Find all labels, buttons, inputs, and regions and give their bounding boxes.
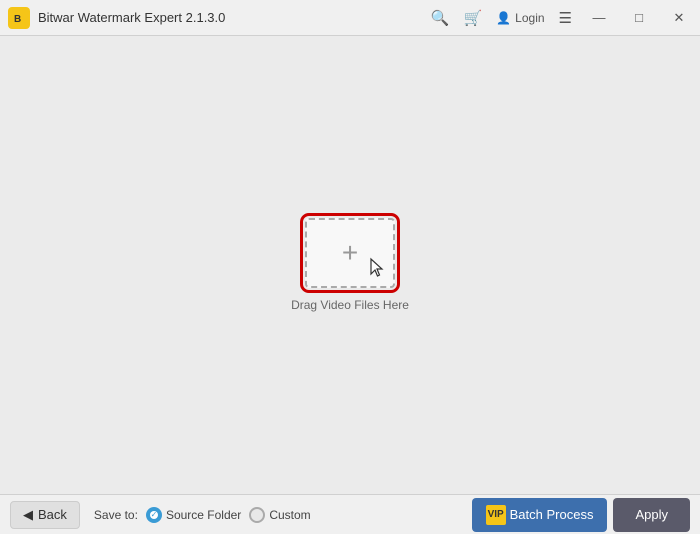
- cart-icon[interactable]: 🛒: [464, 9, 483, 27]
- apply-button[interactable]: Apply: [613, 498, 690, 532]
- source-folder-label: Source Folder: [166, 508, 241, 522]
- back-icon: ◀: [23, 507, 33, 523]
- custom-radio[interactable]: [249, 507, 265, 523]
- batch-process-button[interactable]: VIP Batch Process: [472, 498, 608, 532]
- bottom-bar: ◀ Back Save to: ✓ Source Folder Custom V…: [0, 494, 700, 534]
- batch-vip-badge: VIP: [486, 505, 506, 525]
- custom-label: Custom: [269, 508, 310, 522]
- menu-icon[interactable]: ☰: [559, 9, 572, 27]
- user-icon: 👤: [496, 11, 511, 25]
- minimize-button[interactable]: —: [586, 5, 612, 31]
- search-icon[interactable]: 🔍: [431, 9, 450, 27]
- close-button[interactable]: ✕: [666, 5, 692, 31]
- main-content: + Drag Video Files Here: [0, 36, 700, 494]
- back-button[interactable]: ◀ Back: [10, 501, 80, 529]
- custom-option[interactable]: Custom: [249, 507, 310, 523]
- drop-zone-container: + Drag Video Files Here: [291, 218, 409, 312]
- save-options: Save to: ✓ Source Folder Custom: [94, 507, 472, 523]
- svg-text:B: B: [14, 14, 21, 25]
- source-folder-radio[interactable]: ✓: [146, 507, 162, 523]
- drop-label: Drag Video Files Here: [291, 298, 409, 312]
- app-logo: B: [8, 7, 30, 29]
- app-title: Bitwar Watermark Expert 2.1.3.0: [38, 10, 431, 25]
- maximize-button[interactable]: □: [626, 5, 652, 31]
- drop-zone[interactable]: +: [305, 218, 395, 288]
- title-bar: B Bitwar Watermark Expert 2.1.3.0 🔍 🛒 👤 …: [0, 0, 700, 36]
- title-actions: 🔍 🛒 👤 Login ☰ — □ ✕: [431, 5, 692, 31]
- login-button[interactable]: 👤 Login: [496, 11, 544, 25]
- cursor-overlay: [369, 257, 387, 282]
- add-files-icon: +: [342, 239, 358, 267]
- source-folder-option[interactable]: ✓ Source Folder: [146, 507, 241, 523]
- save-to-label: Save to:: [94, 508, 138, 522]
